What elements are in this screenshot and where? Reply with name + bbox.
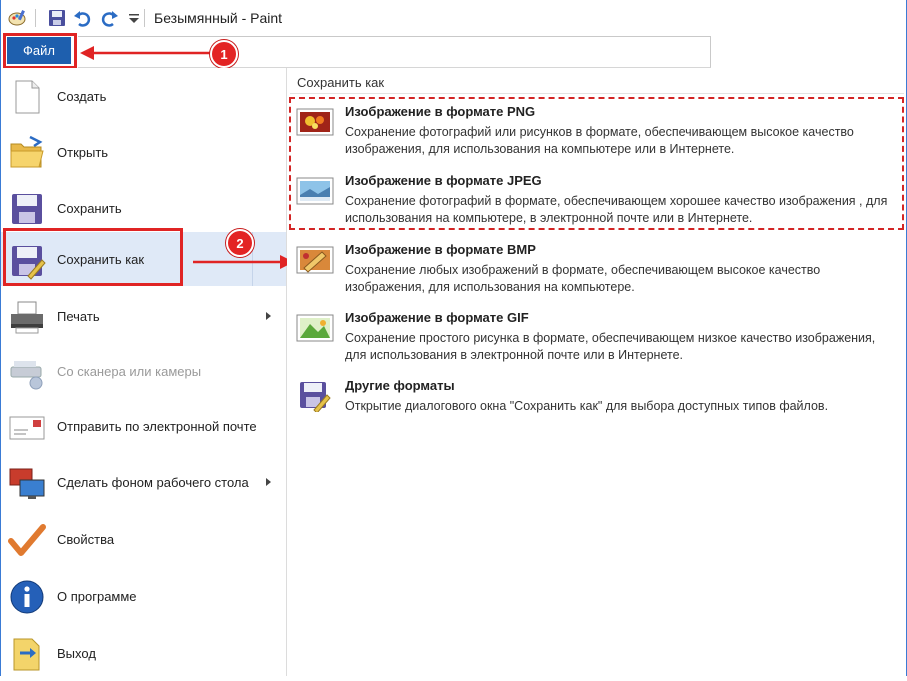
menu-item-label: Сделать фоном рабочего стола — [57, 474, 249, 490]
title-bar: Безымянный - Paint — [0, 0, 907, 36]
open-folder-icon — [10, 135, 44, 168]
annotation-badge-1: 1 — [210, 40, 238, 68]
gif-image-icon — [296, 314, 334, 342]
menu-item-label: Открыть — [57, 144, 109, 160]
panel-header-divider — [290, 93, 904, 94]
annotation-dashed-box — [289, 97, 904, 230]
desktop-background-icon — [9, 468, 45, 499]
menu-item-new[interactable]: Создать — [0, 68, 286, 124]
redo-icon[interactable] — [99, 8, 119, 28]
toolbar-separator — [35, 9, 36, 27]
panel-header: Сохранить как — [297, 75, 385, 90]
save-disk-icon — [12, 194, 42, 224]
menu-item-scanner: Со сканера или камеры — [0, 343, 286, 399]
option-description: Сохранение любых изображений в формате, … — [345, 263, 821, 294]
scanner-icon — [10, 361, 43, 390]
option-description: Сохранение простого рисунка в формате, о… — [345, 331, 876, 362]
info-icon — [10, 580, 44, 614]
option-description: Открытие диалогового окна "Сохранить как… — [345, 399, 829, 413]
save-as-icon — [300, 382, 331, 412]
menu-item-about[interactable]: О программе — [0, 568, 286, 624]
annotation-badge-2: 2 — [226, 229, 254, 257]
submenu-arrow-icon — [266, 478, 271, 486]
checkmark-icon — [8, 524, 46, 556]
window-title: Безымянный - Paint — [154, 10, 283, 26]
menu-item-label: Создать — [57, 88, 107, 104]
menu-item-label: О программе — [57, 588, 137, 604]
menu-item-label: Сохранить — [57, 200, 122, 216]
option-title: Другие форматы — [345, 378, 455, 393]
printer-icon — [11, 301, 43, 334]
submenu-arrow-icon — [266, 312, 271, 320]
menu-item-email[interactable]: Отправить по электронной почте — [0, 398, 286, 454]
file-menu: Создать Открыть Сохранить Сохранить как … — [0, 68, 287, 676]
menu-item-set-background[interactable]: Сделать фоном рабочего стола — [0, 454, 286, 510]
menu-item-exit[interactable]: Выход — [0, 625, 286, 681]
annotation-arrow-1 — [80, 46, 213, 60]
bmp-image-icon — [296, 246, 334, 274]
menu-item-label: Свойства — [57, 531, 115, 547]
window-border-left — [0, 0, 1, 676]
menu-item-label: Со сканера или камеры — [57, 363, 202, 379]
option-title: Изображение в формате GIF — [345, 310, 529, 325]
customize-dropdown-icon[interactable] — [124, 8, 144, 28]
menu-item-properties[interactable]: Свойства — [0, 511, 286, 567]
undo-icon[interactable] — [73, 8, 93, 28]
email-icon — [9, 416, 45, 440]
option-title: Изображение в формате BMP — [345, 242, 536, 257]
annotation-highlight-save-as — [3, 228, 183, 286]
paint-app-icon[interactable] — [8, 8, 28, 28]
menu-item-label: Печать — [57, 308, 100, 324]
exit-icon — [13, 638, 40, 671]
menu-item-print[interactable]: Печать — [0, 288, 286, 344]
annotation-highlight-file — [3, 33, 77, 69]
title-separator — [144, 9, 145, 27]
menu-item-open[interactable]: Открыть — [0, 124, 286, 180]
new-document-icon — [15, 80, 40, 114]
menu-item-label: Отправить по электронной почте — [57, 418, 257, 434]
menu-item-label: Выход — [57, 645, 96, 661]
save-icon[interactable] — [47, 8, 67, 28]
